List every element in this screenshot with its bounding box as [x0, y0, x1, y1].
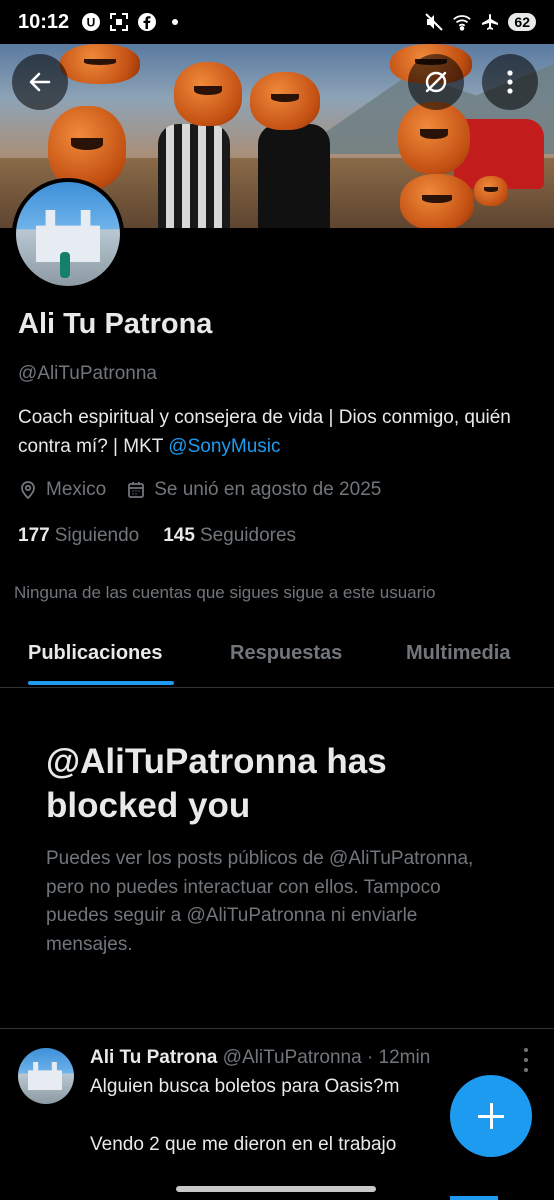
- banner-pumpkin: [474, 176, 508, 206]
- post-header: Ali Tu Patrona @AliTuPatronna · 12min: [90, 1047, 430, 1069]
- banner-pumpkin: [250, 72, 320, 130]
- sync-toggle-button[interactable]: [408, 54, 464, 110]
- calendar-icon: [128, 482, 145, 498]
- more-dot: [524, 1058, 528, 1062]
- battery-indicator: 62: [508, 13, 536, 31]
- u-badge-icon: U: [81, 12, 101, 32]
- profile-bio: Coach espiritual y consejera de vida | D…: [18, 403, 538, 461]
- followers-link[interactable]: 145 Seguidores: [163, 525, 296, 547]
- blocked-title: @AliTuPatronna has blocked you: [46, 742, 387, 825]
- tab-multimedia[interactable]: Multimedia: [406, 642, 510, 665]
- location-item: Mexico: [18, 479, 106, 501]
- banner-pumpkin: [174, 62, 242, 126]
- arrow-left-icon: [29, 72, 51, 92]
- active-tab-indicator: [28, 681, 174, 685]
- profile-name: Ali Tu Patrona: [18, 308, 213, 340]
- post-avatar[interactable]: [18, 1048, 74, 1104]
- more-dot: [524, 1048, 528, 1052]
- profile-handle: @AliTuPatronna: [18, 363, 157, 384]
- post-author-handle[interactable]: @AliTuPatronna: [223, 1047, 362, 1068]
- following-link[interactable]: 177 Siguiendo: [18, 525, 139, 547]
- home-indicator[interactable]: [176, 1186, 376, 1192]
- post-text-line: Alguien busca boletos para Oasis?m: [90, 1076, 400, 1097]
- tab-respuestas[interactable]: Respuestas: [230, 642, 342, 665]
- profile-tabs: Publicaciones Respuestas Multimedia: [0, 622, 554, 688]
- post-text-line: Vendo 2 que me dieron en el trabajo: [90, 1134, 397, 1155]
- followers-count: 145: [163, 525, 195, 546]
- post-avatar-church: [28, 1062, 62, 1090]
- status-system-icons: 62: [424, 12, 536, 32]
- following-count: 177: [18, 525, 50, 546]
- tab-publicaciones[interactable]: Publicaciones: [28, 642, 163, 665]
- follow-stats: 177 Siguiendo 145 Seguidores: [18, 525, 320, 547]
- no-sync-icon: [425, 71, 447, 93]
- section-divider: [0, 1028, 554, 1029]
- more-dot: [524, 1068, 528, 1072]
- blocked-description: Puedes ver los posts públicos de @AliTuP…: [46, 848, 474, 955]
- svg-text:U: U: [87, 16, 96, 30]
- following-label: Siguiendo: [54, 525, 140, 546]
- joined-text: Se unió en agosto de 2025: [154, 479, 382, 500]
- wifi-icon: [452, 12, 472, 32]
- location-text: Mexico: [46, 479, 107, 500]
- partial-bottom-button: [450, 1196, 498, 1200]
- location-pin-icon: [21, 481, 35, 500]
- status-time: 10:12: [18, 10, 70, 33]
- banner-pumpkin: [48, 106, 126, 190]
- avatar-figure: [60, 252, 70, 278]
- banner-person-right: [258, 124, 330, 228]
- back-button[interactable]: [12, 54, 68, 110]
- status-notification-icons: U: [81, 12, 185, 32]
- mute-icon: [424, 12, 444, 32]
- banner-pumpkin: [398, 102, 470, 174]
- airplane-icon: [480, 12, 500, 32]
- facebook-icon: [137, 12, 157, 32]
- plus-icon: [489, 1103, 493, 1129]
- post-author-name[interactable]: Ali Tu Patrona: [90, 1047, 217, 1068]
- profile-avatar[interactable]: [12, 178, 124, 290]
- compose-post-button[interactable]: [450, 1075, 532, 1157]
- more-options-button[interactable]: [482, 54, 538, 110]
- more-vertical-icon: [507, 70, 513, 94]
- bio-mention-link[interactable]: @SonyMusic: [168, 436, 280, 457]
- banner-pumpkin: [400, 174, 474, 228]
- followers-label: Seguidores: [199, 525, 297, 546]
- post-more-button[interactable]: [516, 1048, 536, 1072]
- qr-scan-icon: [109, 12, 129, 32]
- post-timestamp: 12min: [378, 1047, 431, 1068]
- banner-pumpkin: [60, 44, 140, 84]
- profile-meta: Mexico Se unió en agosto de 2025: [18, 479, 401, 501]
- joined-item: Se unió en agosto de 2025: [126, 479, 381, 501]
- dot-icon: [165, 12, 185, 32]
- banner-person-left: [158, 124, 230, 228]
- post-separator: ·: [366, 1047, 374, 1068]
- status-bar: 10:12 U 62: [0, 0, 554, 44]
- mutual-followers-note: Ninguna de las cuentas que sigues sigue …: [14, 583, 436, 602]
